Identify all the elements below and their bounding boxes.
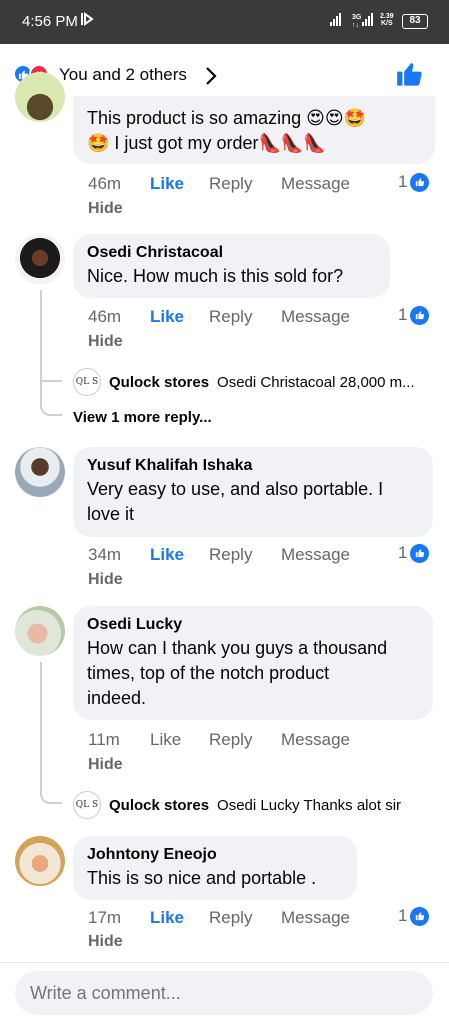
avatar[interactable] <box>15 836 65 886</box>
status-time: 4:56 PM <box>22 13 78 30</box>
reply-button[interactable]: Reply <box>209 307 252 327</box>
like-icon <box>410 305 430 325</box>
reply-button[interactable]: Reply <box>209 730 252 750</box>
comment-text: times, top of the notch product <box>87 663 330 683</box>
comment-time: 11m <box>88 730 120 749</box>
reply-author[interactable]: Qulock stores <box>109 797 209 814</box>
network-arrows: ↑↓ <box>352 22 359 29</box>
comment-bubble[interactable]: Osedi Christacoal Nice. How much is this… <box>73 234 390 298</box>
status-bar: 4:56 PM 3G ↑↓ 2.39 K/S 83 <box>0 0 449 44</box>
reactions-summary[interactable]: You and 2 others <box>59 65 187 85</box>
comment-bubble[interactable]: Osedi Lucky How can I thank you guys a t… <box>73 606 433 720</box>
hide-button[interactable]: Hide <box>88 933 123 951</box>
comment-author[interactable]: Osedi Lucky <box>87 614 419 636</box>
message-button[interactable]: Message <box>281 307 350 327</box>
avatar[interactable] <box>15 72 65 122</box>
comment-time: 34m <box>88 545 122 564</box>
comment-author[interactable]: Johntony Eneojo <box>87 844 343 866</box>
reactions-header: You and 2 others <box>0 44 449 104</box>
comment-author[interactable]: Osedi Christacoal <box>87 242 376 264</box>
signal-icon <box>330 13 341 26</box>
reply-preview[interactable]: QL S Qulock stores Osedi Lucky Thanks al… <box>73 791 401 819</box>
like-count[interactable]: 1 <box>398 543 430 563</box>
comment-text: indeed. <box>87 688 147 708</box>
like-button[interactable]: Like <box>150 908 184 928</box>
comment-text: How can I thank you guys a thousand <box>87 638 388 658</box>
thumbs-up-button[interactable] <box>396 60 424 93</box>
like-button[interactable]: Like <box>150 307 184 327</box>
thread-line <box>40 290 62 416</box>
reply-author[interactable]: Qulock stores <box>109 374 209 391</box>
message-button[interactable]: Message <box>281 174 350 194</box>
comment-author[interactable]: Yusuf Khalifah Ishaka <box>87 455 419 477</box>
signal-icon-2 <box>362 13 373 26</box>
like-count[interactable]: 1 <box>398 906 430 926</box>
avatar[interactable] <box>15 447 65 497</box>
battery-icon: 83 <box>402 14 428 29</box>
chevron-right-icon[interactable] <box>205 66 217 91</box>
comment-bubble[interactable]: This product is so amazing 😍😍🤩 🤩 I just … <box>73 96 435 164</box>
hide-button[interactable]: Hide <box>88 571 123 589</box>
like-button[interactable]: Like <box>150 174 184 194</box>
store-logo: QL S <box>73 368 101 396</box>
comment-composer <box>0 962 449 1024</box>
comment-text: 🤩 I just got my order👠👠👠 <box>87 133 326 153</box>
hide-button[interactable]: Hide <box>88 333 123 351</box>
network-speed: 2.39 K/S <box>380 13 394 27</box>
comment-time: 46m <box>88 307 122 326</box>
comment-text: Nice. How much is this sold for? <box>87 266 344 286</box>
reply-button[interactable]: Reply <box>209 174 252 194</box>
thread-line <box>40 662 62 804</box>
comment-text: This is so nice and portable . <box>87 868 317 888</box>
hide-button[interactable]: Hide <box>88 756 123 774</box>
comment-text: This product is so amazing 😍😍🤩 <box>87 108 367 128</box>
like-button[interactable]: Like <box>150 545 184 565</box>
comment-time: 17m <box>88 908 122 927</box>
reply-button[interactable]: Reply <box>209 908 252 928</box>
hide-button[interactable]: Hide <box>88 200 123 218</box>
reply-text: Osedi Christacoal 28,000 m... <box>217 373 415 391</box>
message-button[interactable]: Message <box>281 545 350 565</box>
like-icon <box>410 172 430 192</box>
store-logo: QL S <box>73 791 101 819</box>
like-count[interactable]: 1 <box>398 305 430 325</box>
comment-text: Very easy to use, and also portable. I <box>87 479 384 499</box>
reply-button[interactable]: Reply <box>209 545 252 565</box>
comment-bubble[interactable]: Yusuf Khalifah Ishaka Very easy to use, … <box>73 447 433 537</box>
comment-bubble[interactable]: Johntony Eneojo This is so nice and port… <box>73 836 357 900</box>
avatar[interactable] <box>15 234 65 284</box>
comment-time: 46m <box>88 174 122 193</box>
media-play-icon <box>80 11 94 30</box>
like-icon <box>410 543 430 563</box>
comment-text: love it <box>87 504 135 524</box>
reply-preview[interactable]: QL S Qulock stores Osedi Christacoal 28,… <box>73 368 415 396</box>
like-icon <box>410 906 430 926</box>
message-button[interactable]: Message <box>281 908 350 928</box>
like-button[interactable]: Like <box>150 730 181 750</box>
network-type: 3G <box>352 14 362 21</box>
thread-line <box>40 372 62 382</box>
comment-input[interactable] <box>15 971 433 1015</box>
view-more-replies-link[interactable]: View 1 more reply... <box>73 409 212 426</box>
message-button[interactable]: Message <box>281 730 350 750</box>
like-count[interactable]: 1 <box>398 172 430 192</box>
avatar[interactable] <box>15 606 65 656</box>
reply-text: Osedi Lucky Thanks alot sir <box>217 796 402 814</box>
